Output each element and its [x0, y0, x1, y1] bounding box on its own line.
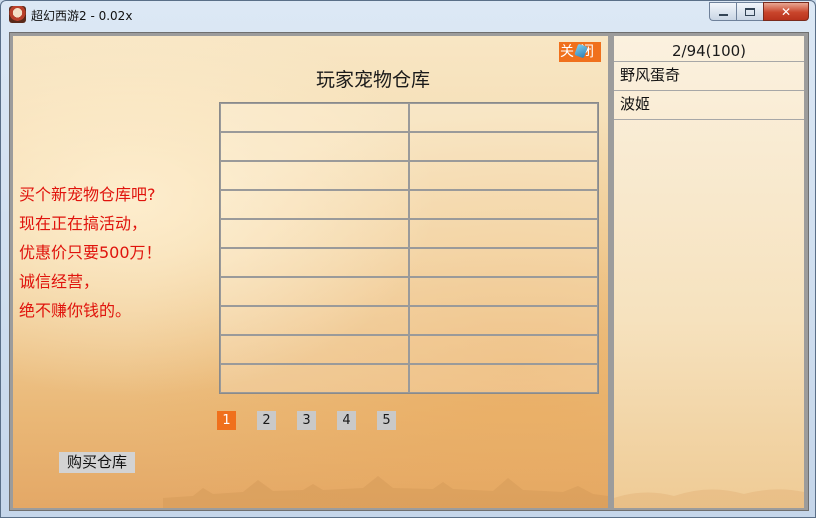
- storage-slot[interactable]: [409, 306, 598, 335]
- storage-slot[interactable]: [220, 161, 409, 190]
- storage-slot[interactable]: [220, 306, 409, 335]
- storage-slot[interactable]: [220, 364, 409, 393]
- minimize-button[interactable]: [709, 2, 736, 21]
- cloud-decoration: [614, 489, 804, 508]
- close-warehouse-button[interactable]: 关闭: [559, 42, 601, 62]
- storage-slot[interactable]: [409, 161, 598, 190]
- window-close-button[interactable]: ✕: [763, 2, 809, 21]
- storage-slot[interactable]: [409, 248, 598, 277]
- maximize-button[interactable]: [736, 2, 763, 21]
- promo-line: 绝不赚你钱的。: [19, 301, 132, 320]
- storage-slot[interactable]: [409, 190, 598, 219]
- minimize-icon: [718, 13, 728, 16]
- promo-message: 买个新宠物仓库吧? 现在正在搞活动， 优惠价只要500万！ 诚信经营， 绝不赚你钱的。: [19, 180, 162, 325]
- storage-slot[interactable]: [409, 132, 598, 161]
- storage-slot[interactable]: [409, 364, 598, 393]
- storage-slot[interactable]: [220, 335, 409, 364]
- page-button-4[interactable]: 4: [337, 411, 356, 430]
- pet-list: 野风蛋奇 波姬: [614, 61, 804, 120]
- storage-slot[interactable]: [220, 248, 409, 277]
- window-title: 超幻西游2 - 0.02x: [31, 9, 133, 23]
- title-bar[interactable]: 超幻西游2 - 0.02x ✕: [1, 1, 815, 29]
- storage-slot[interactable]: [220, 219, 409, 248]
- storage-grid: [219, 102, 599, 394]
- promo-line: 优惠价只要500万！: [19, 243, 162, 262]
- storage-slot[interactable]: [409, 219, 598, 248]
- storage-slot[interactable]: [220, 190, 409, 219]
- storage-slot[interactable]: [409, 103, 598, 132]
- page-button-2[interactable]: 2: [257, 411, 276, 430]
- client-area: 关闭 玩家宠物仓库 买个新宠物仓库吧? 现在正在搞活动， 优惠价只要500万！ 诚信经…: [9, 32, 809, 511]
- pet-count: 2/94(100): [671, 42, 747, 60]
- palace-silhouette-decoration: [163, 476, 608, 508]
- page-button-5[interactable]: 5: [377, 411, 396, 430]
- warehouse-panel: 关闭 玩家宠物仓库 买个新宠物仓库吧? 现在正在搞活动， 优惠价只要500万！ 诚信经…: [13, 36, 608, 508]
- maximize-icon: [745, 7, 755, 16]
- storage-slot[interactable]: [220, 277, 409, 306]
- window-controls: ✕: [709, 2, 809, 22]
- page-button-1[interactable]: 1: [217, 411, 236, 430]
- storage-slot[interactable]: [409, 335, 598, 364]
- page-button-3[interactable]: 3: [297, 411, 316, 430]
- storage-slot[interactable]: [220, 103, 409, 132]
- pet-list-panel: 2/94(100) 野风蛋奇 波姬: [614, 36, 804, 508]
- promo-line: 现在正在搞活动，: [19, 214, 148, 233]
- storage-slot[interactable]: [220, 132, 409, 161]
- pet-list-item[interactable]: 野风蛋奇: [614, 62, 804, 91]
- buy-warehouse-button[interactable]: 购买仓库: [59, 452, 135, 473]
- promo-line: 买个新宠物仓库吧?: [19, 185, 156, 204]
- promo-line: 诚信经营，: [19, 272, 100, 291]
- pet-list-item[interactable]: 波姬: [614, 91, 804, 120]
- close-icon: ✕: [780, 4, 792, 19]
- app-icon: [9, 6, 26, 23]
- storage-slot[interactable]: [409, 277, 598, 306]
- app-window: 超幻西游2 - 0.02x ✕ 关闭 玩家宠物仓库 买个新宠物仓库吧? 现在正在搞…: [0, 0, 816, 518]
- page-title: 玩家宠物仓库: [315, 69, 430, 91]
